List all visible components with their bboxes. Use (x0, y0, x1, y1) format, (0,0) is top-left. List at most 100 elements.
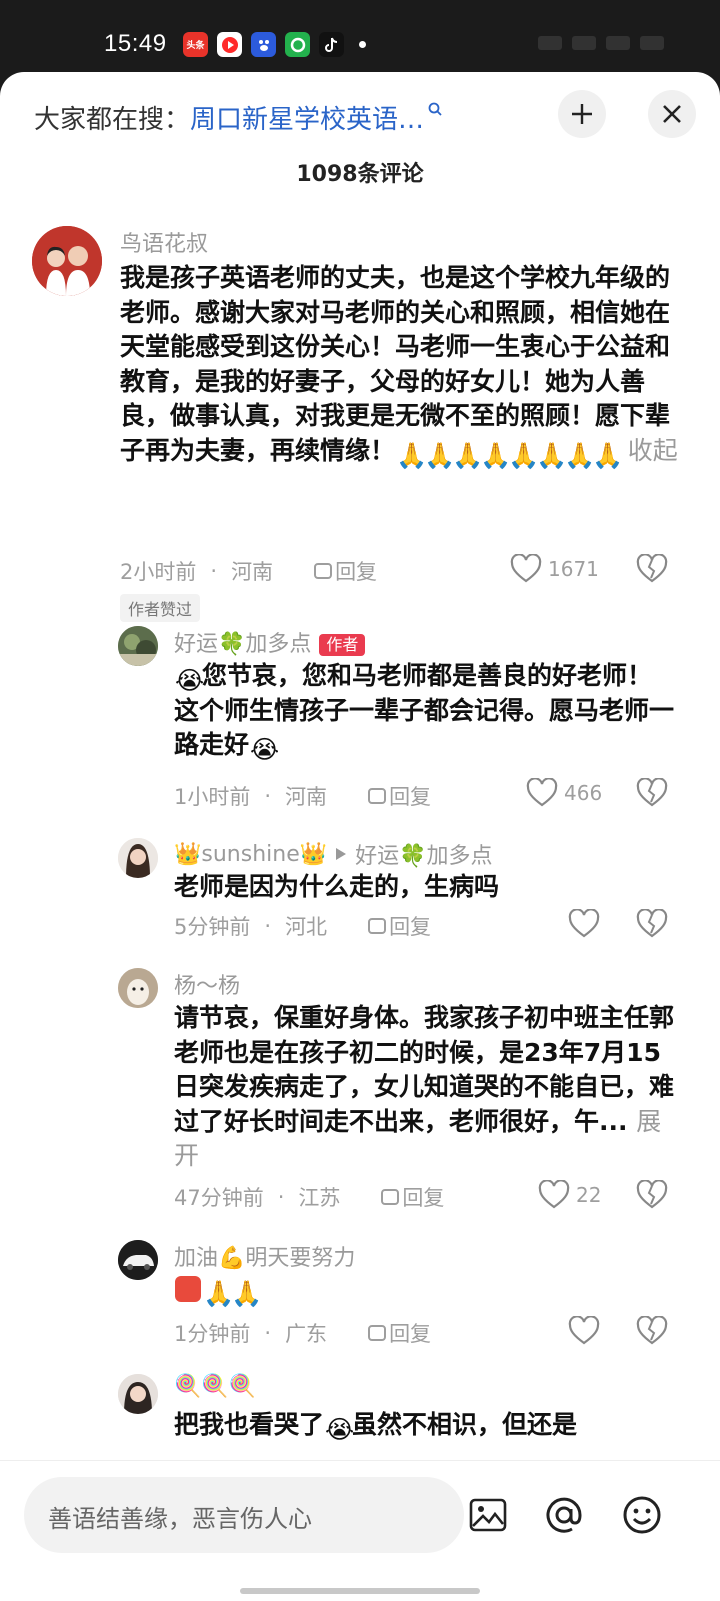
emoji-button[interactable] (620, 1493, 664, 1537)
comment-location: 广东 (285, 1322, 328, 1346)
avatar[interactable] (118, 838, 158, 878)
heart-icon (538, 1180, 570, 1209)
search-prefix-label: 大家都在搜： (34, 104, 191, 135)
praying-hands-emoji-row: 🙏🙏🙏🙏🙏🙏🙏🙏 (395, 436, 623, 470)
broken-heart-icon[interactable] (636, 1316, 668, 1346)
status-bar: 15:49 头条 (0, 0, 720, 78)
comments-sheet: 大家都在搜： 周口新星学校英语… 1098条评论 鸟语花叔 我是孩子英语老师的丈… (0, 72, 720, 1601)
comment-username[interactable]: 好运🍀加多点 作者 (174, 626, 366, 658)
avatar[interactable] (118, 1374, 158, 1414)
reply-button[interactable]: 回复 (367, 781, 431, 811)
comment-username[interactable]: 🍭🍭🍭 (174, 1374, 256, 1399)
reply-button[interactable]: 回复 (313, 556, 377, 586)
comment-meta: 5分钟前 · 河北 回复 (174, 911, 431, 941)
comment-time: 47分钟前 (174, 1186, 264, 1210)
comment-time: 1小时前 (174, 785, 251, 809)
status-time: 15:49 (104, 30, 167, 57)
reply-button[interactable]: 回复 (380, 1182, 444, 1212)
avatar[interactable] (118, 968, 158, 1008)
comment-text: 老师是因为什么走的，生病吗 (174, 872, 500, 901)
author-badge: 作者 (319, 634, 366, 656)
comment-meta: 2小时前 · 河南 回复 (120, 556, 377, 586)
broken-heart-icon[interactable] (636, 554, 668, 584)
avatar[interactable] (32, 226, 102, 296)
image-icon (469, 1498, 507, 1532)
praying-hands-icon: 🙏 (536, 440, 568, 470)
avatar[interactable] (118, 626, 158, 666)
toutiao-app-icon: 头条 (183, 32, 208, 57)
green-app-icon (285, 32, 310, 57)
praying-hands-icon: 🙏 (203, 1279, 235, 1308)
comment-count-title: 1098条评论 (296, 162, 424, 187)
like-count: 466 (564, 781, 603, 805)
comment-text: 请节哀，保重好身体。我家孩子初中班主任郭老师也是在孩子初二的时候，是23年7月1… (174, 1003, 675, 1170)
like-button[interactable]: 466 (526, 778, 602, 808)
system-status-icons (538, 36, 664, 50)
comment-time: 2小时前 (120, 560, 197, 584)
reply-icon (368, 918, 387, 934)
comment-username[interactable]: 👑sunshine👑 好运🍀加多点 (174, 838, 493, 870)
baidu-app-icon (251, 32, 276, 57)
reply-icon (368, 1325, 387, 1341)
comment-username[interactable]: 鸟语花叔 (120, 226, 208, 258)
broken-heart-icon[interactable] (636, 778, 668, 808)
author-liked-badge: 作者赞过 (120, 594, 201, 622)
heart-icon (568, 1316, 600, 1345)
close-button[interactable] (648, 90, 696, 138)
reply-icon (314, 563, 333, 579)
comment-input-placeholder: 善语结善缘，恶言伤人心 (48, 1505, 312, 1533)
heart-icon (568, 909, 600, 938)
notification-icons: 头条 (183, 32, 366, 57)
comment-username[interactable]: 加油💪明天要努力 (174, 1240, 355, 1272)
comment-text: 😭您节哀，您和马老师都是善良的好老师！这个师生情孩子一辈子都会记得。愿马老师一路… (174, 661, 675, 764)
collapse-text-link[interactable]: 收起 (628, 436, 678, 465)
comment-location: 江苏 (298, 1186, 341, 1210)
heart-icon (510, 554, 542, 583)
like-count: 22 (576, 1183, 602, 1207)
at-sign-icon (546, 1497, 582, 1533)
close-icon (663, 105, 681, 123)
comment-meta: 1分钟前 · 广东 回复 (174, 1318, 431, 1348)
like-button[interactable]: 1671 (510, 554, 599, 584)
comment-meta: 1小时前 · 河南 回复 (174, 781, 431, 811)
comment-input-bar: 善语结善缘，恶言伤人心 (0, 1460, 720, 1601)
like-button[interactable]: 22 (538, 1180, 601, 1210)
home-indicator[interactable] (240, 1588, 480, 1594)
search-suggestion[interactable]: 大家都在搜： 周口新星学校英语… (34, 99, 524, 136)
reply-button[interactable]: 回复 (367, 1318, 431, 1348)
praying-hands-icon: 🙏 (424, 440, 456, 470)
broken-heart-icon[interactable] (636, 909, 668, 939)
avatar[interactable] (118, 1240, 158, 1280)
praying-hands-icon: 🙏 (564, 440, 596, 470)
praying-hands-icon: 🙏 (508, 440, 540, 470)
video-app-icon (217, 32, 242, 57)
praying-hands-icon: 🙏 (480, 440, 512, 470)
reply-button[interactable]: 回复 (367, 911, 431, 941)
like-button[interactable] (568, 1316, 600, 1346)
collapse-button[interactable] (558, 90, 606, 138)
collapse-icon (572, 104, 592, 124)
more-notifications-dot (359, 41, 366, 48)
reply-to-username[interactable]: 好运🍀加多点 (355, 838, 492, 870)
reply-arrow-icon (336, 848, 347, 860)
mention-button[interactable] (542, 1493, 586, 1537)
reply-icon (368, 788, 387, 804)
like-button[interactable] (568, 909, 600, 939)
comment-text: 把我也看哭了😭虽然不相识，但还是 (174, 1410, 578, 1444)
crying-face-icon: 😭 (325, 1415, 355, 1444)
search-term-link[interactable]: 周口新星学校英语… (190, 99, 424, 136)
search-icon (428, 102, 442, 116)
comment-username[interactable]: 杨～杨 (174, 968, 240, 1000)
broken-heart-icon[interactable] (636, 1180, 668, 1210)
crying-face-icon: 😭 (250, 735, 280, 764)
praying-hands-icon: 🙏 (396, 440, 428, 470)
comment-input[interactable]: 善语结善缘，恶言伤人心 (24, 1477, 464, 1553)
heart-icon (526, 778, 558, 807)
image-button[interactable] (466, 1493, 510, 1537)
comment-text: 🙏🙏 (174, 1272, 574, 1308)
comment-location: 河南 (231, 560, 274, 584)
tiktok-app-icon (319, 32, 344, 57)
praying-hands-icon: 🙏 (452, 440, 484, 470)
comment-time: 1分钟前 (174, 1322, 251, 1346)
comment-time: 5分钟前 (174, 915, 251, 939)
